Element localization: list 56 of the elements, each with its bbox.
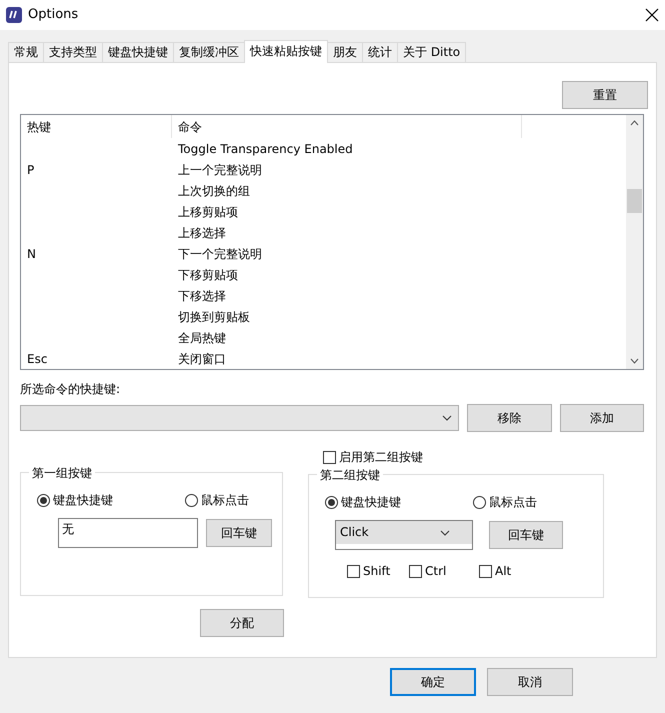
- table-cell: 上次切换的组: [178, 184, 250, 198]
- radio-button[interactable]: [325, 496, 338, 508]
- group-title: 第一组按键: [29, 464, 95, 482]
- caret-icon: [440, 530, 450, 536]
- table-cell: 全局热键: [178, 330, 226, 344]
- table-cell: 切换到剪贴板: [178, 310, 250, 324]
- radio-button[interactable]: [185, 494, 198, 506]
- dropdown[interactable]: Click: [335, 520, 473, 550]
- checkbox-label: 启用第二组按键: [339, 449, 423, 466]
- tab[interactable]: 常规: [8, 42, 44, 62]
- radio-label: 鼠标点击: [489, 494, 537, 511]
- table-cell: 上移选择: [178, 226, 226, 240]
- caret-icon: [442, 415, 452, 421]
- radio-label: 键盘快捷键: [53, 492, 113, 509]
- enter-key-button[interactable]: 回车键: [206, 519, 272, 547]
- table-cell: 上一个完整说明: [178, 162, 262, 176]
- radio-label: 键盘快捷键: [341, 494, 401, 511]
- tab[interactable]: 快速粘贴按键: [244, 40, 328, 63]
- table-cell: Toggle Transparency Enabled: [178, 142, 353, 156]
- window-title: Options: [28, 6, 78, 24]
- assign-button[interactable]: 分配: [200, 609, 284, 637]
- cancel-button[interactable]: 取消: [487, 668, 573, 696]
- reset-button[interactable]: 重置: [562, 81, 648, 109]
- table-cell: P: [27, 162, 34, 176]
- scroll-thumb[interactable]: [627, 189, 642, 213]
- checkbox-label: Ctrl: [425, 563, 446, 580]
- checkbox-label: Shift: [363, 563, 390, 580]
- scroll-up-icon[interactable]: [630, 120, 639, 126]
- add-button[interactable]: 添加: [560, 404, 644, 432]
- table-cell: 上移剪贴项: [178, 204, 238, 218]
- field-label: 所选命令的快捷键:: [20, 381, 120, 398]
- table-cell: 下移剪贴项: [178, 268, 238, 282]
- checkbox[interactable]: [347, 564, 360, 578]
- remove-button[interactable]: 移除: [467, 404, 552, 432]
- text-field[interactable]: 无: [58, 518, 198, 548]
- radio-button[interactable]: [37, 494, 50, 506]
- close-icon[interactable]: [645, 8, 659, 22]
- app-icon: [6, 7, 22, 23]
- checkbox[interactable]: [409, 564, 422, 578]
- column-header: 命令: [172, 115, 522, 138]
- scroll-down-icon[interactable]: [630, 358, 639, 364]
- radio-button[interactable]: [473, 496, 486, 508]
- table-cell: 关闭窗口: [178, 352, 226, 366]
- ok-button[interactable]: 确定: [390, 668, 476, 696]
- column-header: 热键: [21, 115, 172, 138]
- table-cell: Esc: [27, 352, 48, 366]
- checkbox-label: Alt: [495, 563, 512, 580]
- table-cell: N: [27, 246, 36, 260]
- group-title: 第二组按键: [317, 466, 383, 484]
- table-cell: 下移选择: [178, 288, 226, 302]
- tab[interactable]: 关于 Ditto: [397, 42, 466, 62]
- checkbox[interactable]: [479, 564, 492, 578]
- enter-key-button[interactable]: 回车键: [489, 521, 563, 549]
- checkbox[interactable]: [323, 450, 336, 464]
- table-cell: 下一个完整说明: [178, 246, 262, 260]
- radio-label: 鼠标点击: [201, 492, 249, 509]
